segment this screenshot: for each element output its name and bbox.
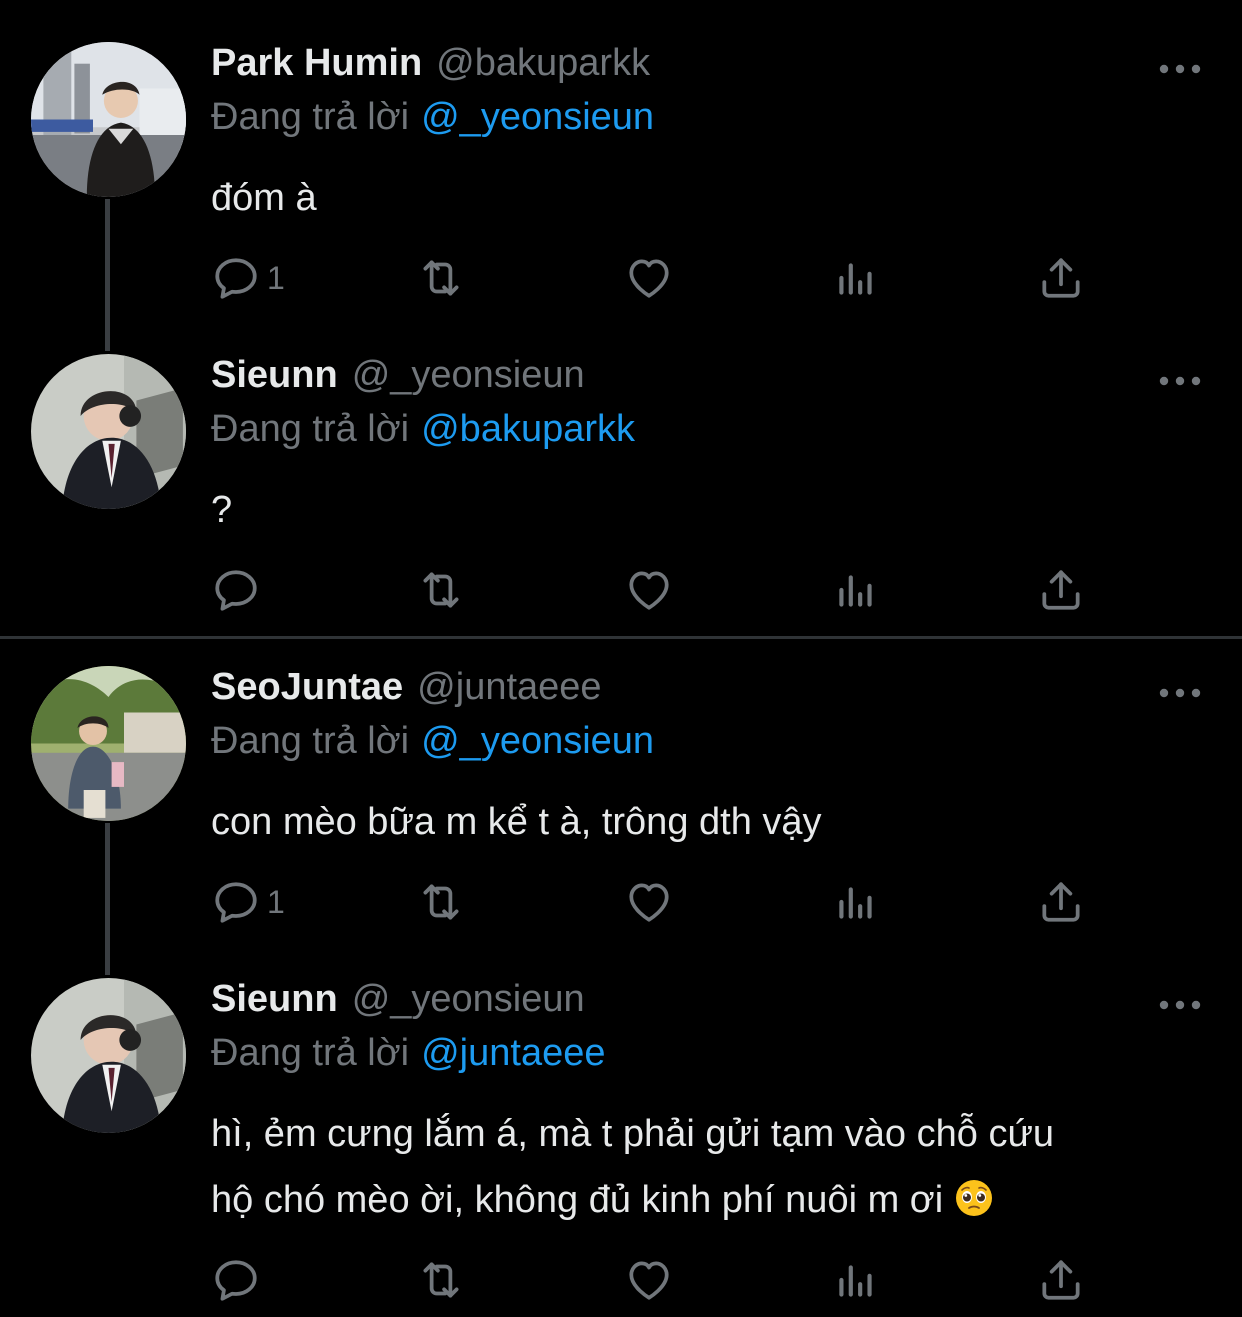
- tweet-actions: 1: [211, 877, 1111, 927]
- views-icon: [831, 253, 881, 303]
- display-name[interactable]: Park Humin: [211, 42, 422, 85]
- avatar-image: [31, 354, 186, 509]
- tweet-actions: 1: [211, 253, 1111, 303]
- avatar-image: [31, 666, 186, 821]
- username[interactable]: @_yeonsieun: [352, 978, 585, 1021]
- like-button[interactable]: [624, 253, 674, 303]
- reply-button[interactable]: [211, 565, 261, 615]
- reply-icon: [211, 565, 261, 615]
- tweet-text: con mèo bữa m kể t à, trông dth vậy: [211, 801, 822, 843]
- reply-count: 1: [267, 883, 285, 920]
- username[interactable]: @juntaeee: [417, 666, 601, 709]
- avatar-image: [31, 978, 186, 1133]
- avatar-image: [31, 42, 186, 197]
- reply-mention-link[interactable]: @juntaeee: [421, 1032, 605, 1074]
- replying-label: Đang trả lời: [211, 408, 410, 450]
- avatar[interactable]: [31, 42, 186, 197]
- reply-count: 1: [267, 259, 285, 296]
- like-icon: [624, 565, 674, 615]
- display-name[interactable]: SeoJuntae: [211, 666, 403, 709]
- reply-icon: [211, 1255, 261, 1305]
- views-button[interactable]: [831, 565, 881, 615]
- views-icon: [831, 1255, 881, 1305]
- tweet-text: ?: [211, 489, 233, 531]
- tweet-header: Park Humin @bakuparkk: [211, 42, 650, 94]
- display-name[interactable]: Sieunn: [211, 354, 338, 397]
- replying-label: Đang trả lời: [211, 1032, 410, 1074]
- share-button[interactable]: [1036, 565, 1086, 615]
- avatar[interactable]: [31, 666, 186, 821]
- more-icon[interactable]: [1158, 688, 1202, 698]
- more-icon[interactable]: [1158, 64, 1202, 74]
- reply-icon: [211, 253, 261, 303]
- retweet-button[interactable]: [416, 877, 466, 927]
- replying-label: Đang trả lời: [211, 96, 410, 138]
- tweet-header: Sieunn @_yeonsieun: [211, 978, 585, 1030]
- avatar[interactable]: [31, 978, 186, 1133]
- views-button[interactable]: [831, 877, 881, 927]
- thread-divider: [0, 636, 1242, 639]
- replying-label: Đang trả lời: [211, 720, 410, 762]
- more-icon[interactable]: [1158, 1000, 1202, 1010]
- like-button[interactable]: [624, 877, 674, 927]
- reply-icon: [211, 877, 261, 927]
- reply-mention-link[interactable]: @_yeonsieun: [421, 720, 654, 762]
- more-icon[interactable]: [1158, 376, 1202, 386]
- tweet-actions: [211, 1255, 1111, 1305]
- tweet-text-line: hộ chó mèo ời, không đủ kinh phí nuôi m …: [211, 1167, 1211, 1233]
- tweet-header: SeoJuntae @juntaeee: [211, 666, 602, 718]
- share-icon: [1036, 1255, 1086, 1305]
- retweet-button[interactable]: [416, 565, 466, 615]
- share-button[interactable]: [1036, 877, 1086, 927]
- retweet-button[interactable]: [416, 253, 466, 303]
- like-icon: [624, 1255, 674, 1305]
- share-icon: [1036, 877, 1086, 927]
- views-icon: [831, 565, 881, 615]
- username[interactable]: @_yeonsieun: [352, 354, 585, 397]
- retweet-icon: [416, 1255, 466, 1305]
- retweet-icon: [416, 877, 466, 927]
- replying-to: Đang trả lời @bakuparkk: [211, 408, 635, 451]
- tweet-text-segment: hộ chó mèo ời, không đủ kinh phí nuôi m …: [211, 1179, 944, 1221]
- share-button[interactable]: [1036, 253, 1086, 303]
- like-icon: [624, 877, 674, 927]
- views-button[interactable]: [831, 1255, 881, 1305]
- share-button[interactable]: [1036, 1255, 1086, 1305]
- tweet-header: Sieunn @_yeonsieun: [211, 354, 585, 406]
- thread-line: [105, 823, 110, 975]
- reply-mention-link[interactable]: @bakuparkk: [421, 408, 635, 450]
- replying-to: Đang trả lời @_yeonsieun: [211, 720, 654, 763]
- thread-line: [105, 199, 110, 351]
- reply-button[interactable]: 1: [211, 253, 285, 303]
- replying-to: Đang trả lời @juntaeee: [211, 1032, 606, 1075]
- reply-button[interactable]: 1: [211, 877, 285, 927]
- like-icon: [624, 253, 674, 303]
- avatar[interactable]: [31, 354, 186, 509]
- like-button[interactable]: [624, 1255, 674, 1305]
- retweet-icon: [416, 253, 466, 303]
- reply-mention-link[interactable]: @_yeonsieun: [421, 96, 654, 138]
- tweet-text-line: hì, ẻm cưng lắm á, mà t phải gửi tạm vào…: [211, 1113, 1055, 1155]
- share-icon: [1036, 565, 1086, 615]
- username[interactable]: @bakuparkk: [436, 42, 650, 85]
- like-button[interactable]: [624, 565, 674, 615]
- tweet-text: đóm à: [211, 177, 317, 219]
- reply-button[interactable]: [211, 1255, 261, 1305]
- views-button[interactable]: [831, 253, 881, 303]
- display-name[interactable]: Sieunn: [211, 978, 338, 1021]
- share-icon: [1036, 253, 1086, 303]
- replying-to: Đang trả lời @_yeonsieun: [211, 96, 654, 139]
- pleading-face-emoji: [954, 1178, 994, 1218]
- tweet-text: hì, ẻm cưng lắm á, mà t phải gửi tạm vào…: [211, 1101, 1211, 1233]
- retweet-button[interactable]: [416, 1255, 466, 1305]
- retweet-icon: [416, 565, 466, 615]
- views-icon: [831, 877, 881, 927]
- tweet-actions: [211, 565, 1111, 615]
